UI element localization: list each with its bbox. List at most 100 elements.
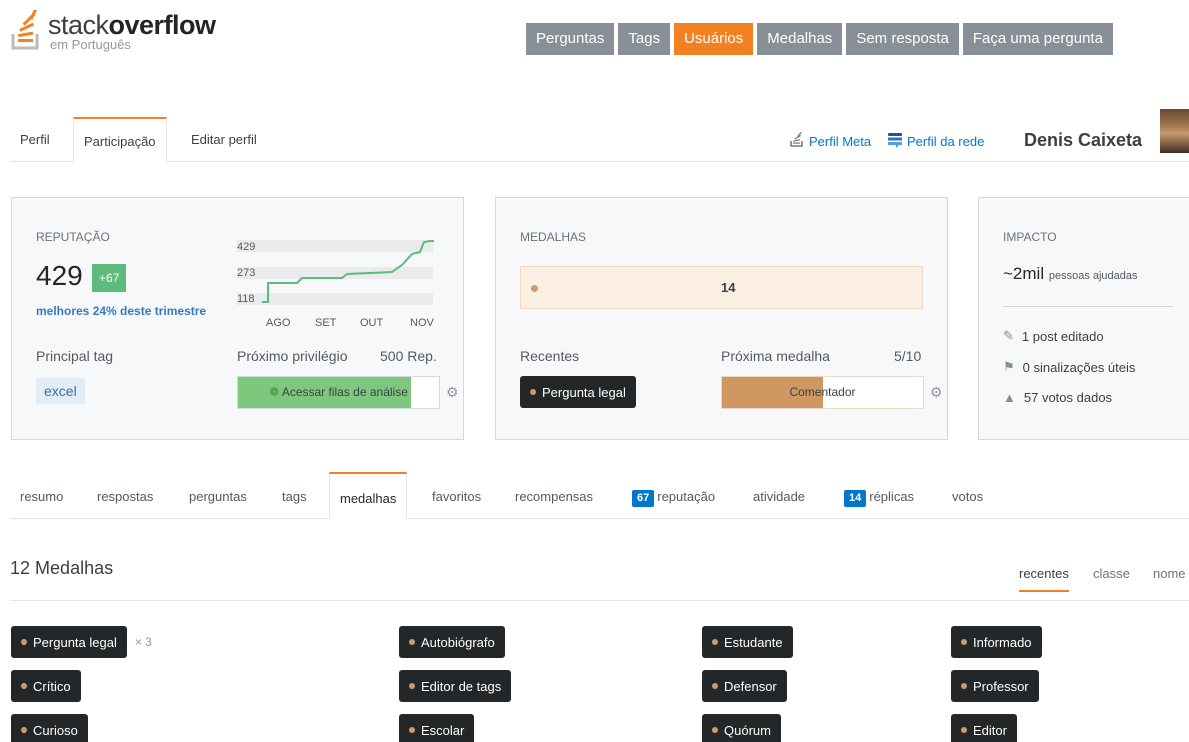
- stackexchange-icon: [887, 132, 903, 151]
- subtab-bounties[interactable]: recompensas: [505, 472, 603, 519]
- top-tag-label: Principal tag: [36, 348, 114, 364]
- badge-item[interactable]: Pergunta legal: [11, 626, 127, 658]
- bronze-dot-icon: [21, 639, 27, 645]
- bronze-dot-icon: [531, 285, 538, 292]
- sort-class[interactable]: classe: [1093, 566, 1130, 581]
- impact-divider: [1003, 306, 1173, 307]
- reputation-graph-line: [262, 240, 434, 303]
- graph-tick: 273: [237, 267, 256, 279]
- subtab-activity[interactable]: atividade: [743, 472, 815, 519]
- medals-card: MEDALHAS 14 Recentes Pergunta legal Próx…: [495, 197, 948, 440]
- badge-item[interactable]: Quórum: [702, 714, 781, 742]
- nav-questions[interactable]: Perguntas: [526, 23, 615, 55]
- bronze-count: 14: [721, 280, 736, 295]
- list-item: Curioso: [11, 714, 88, 742]
- list-item: Estudante: [702, 626, 793, 658]
- next-badge-progress[interactable]: Comentador: [721, 376, 924, 409]
- reputation-delta-badge: +67: [92, 264, 127, 292]
- nav-users[interactable]: Usuários: [674, 23, 754, 55]
- badge-item[interactable]: Curioso: [11, 714, 88, 742]
- tab-edit-profile[interactable]: Editar perfil: [181, 117, 267, 162]
- top-tag[interactable]: excel: [36, 378, 85, 404]
- list-item: Editor de tags: [399, 670, 512, 702]
- bronze-dot-icon: [712, 639, 718, 645]
- avatar[interactable]: [1160, 109, 1189, 153]
- subtab-votes[interactable]: votos: [942, 472, 993, 519]
- reputation-card: REPUTAÇÃO 429 +67 melhores 24% deste tri…: [11, 197, 464, 440]
- votes-cast: ▲ 57 votos dados: [1003, 390, 1113, 405]
- activity-subtabs: resumo respostas perguntas tags medalhas…: [10, 472, 1189, 520]
- nav-ask-question[interactable]: Faça uma pergunta: [962, 23, 1113, 55]
- bronze-dot-icon: [409, 639, 415, 645]
- list-item: Informado: [951, 626, 1042, 658]
- nav-badges[interactable]: Medalhas: [757, 23, 843, 55]
- user-name: Denis Caixeta: [1024, 130, 1143, 150]
- profile-tabs: Perfil Participação Editar perfil: [10, 117, 1189, 163]
- impact-card: IMPACTO ~2mil pessoas ajudadas ✎ 1 post …: [978, 197, 1189, 440]
- list-item: Professor: [951, 670, 1039, 702]
- reputation-rank-link[interactable]: melhores 24% deste trimestre: [36, 304, 206, 318]
- graph-month: SET: [315, 317, 337, 329]
- list-item: Pergunta legal × 3: [11, 626, 152, 658]
- next-privilege-progress[interactable]: ❁ Acessar filas de análise: [237, 376, 440, 409]
- flag-icon: ⚑: [1003, 359, 1015, 374]
- site-logo[interactable]: stackoverflow em Português: [10, 5, 216, 52]
- nav-unanswered[interactable]: Sem resposta: [846, 23, 959, 55]
- subtab-questions[interactable]: perguntas: [179, 472, 257, 519]
- badge-item[interactable]: Estudante: [702, 626, 793, 658]
- review-queue-icon: ❁: [269, 385, 280, 399]
- badge-item[interactable]: Crítico: [11, 670, 81, 702]
- impact-title: IMPACTO: [1003, 230, 1057, 244]
- subtab-responses[interactable]: 14 réplicas: [834, 472, 924, 519]
- privilege-progress-label: ❁ Acessar filas de análise: [269, 385, 408, 399]
- subtab-tags[interactable]: tags: [272, 472, 317, 519]
- subtab-summary[interactable]: resumo: [10, 472, 73, 519]
- graph-tick: 118: [237, 293, 255, 305]
- recent-badge[interactable]: Pergunta legal: [520, 376, 636, 408]
- badge-item[interactable]: Autobiógrafo: [399, 626, 505, 658]
- gear-icon[interactable]: ⚙: [446, 384, 459, 401]
- reputation-value: 429: [36, 260, 83, 291]
- medals-title: MEDALHAS: [520, 230, 587, 244]
- graph-month: AGO: [266, 317, 291, 329]
- meta-icon: [789, 131, 805, 151]
- badge-item[interactable]: Escolar: [399, 714, 475, 742]
- badge-item[interactable]: Informado: [951, 626, 1042, 658]
- badge-item[interactable]: Editor: [951, 714, 1017, 742]
- subtab-badges[interactable]: medalhas: [329, 472, 408, 520]
- bronze-dot-icon: [961, 727, 967, 733]
- subtab-answers[interactable]: respostas: [87, 472, 163, 519]
- graph-month: NOV: [410, 317, 434, 329]
- next-privilege-rep: 500 Rep.: [380, 348, 437, 364]
- section-divider: [10, 600, 1189, 601]
- posts-edited: ✎ 1 post editado: [1003, 328, 1104, 344]
- helpful-flags: ⚑ 0 sinalizações úteis: [1003, 359, 1136, 375]
- next-badge-name: Comentador: [789, 385, 856, 399]
- bronze-dot-icon: [712, 683, 718, 689]
- sort-name[interactable]: nome: [1153, 566, 1186, 581]
- bronze-medal-bar[interactable]: 14: [520, 266, 923, 309]
- bronze-dot-icon: [530, 389, 536, 395]
- badge-item[interactable]: Defensor: [702, 670, 787, 702]
- network-profile-link[interactable]: Perfil da rede: [887, 132, 984, 151]
- next-badge-label: Próxima medalha: [721, 348, 830, 364]
- meta-profile-link[interactable]: Perfil Meta: [789, 131, 872, 151]
- bronze-dot-icon: [961, 683, 967, 689]
- logo-wordmark: stackoverflow: [48, 10, 216, 40]
- meta-profile-label: Perfil Meta: [809, 134, 872, 149]
- subtab-favorites[interactable]: favoritos: [422, 472, 491, 519]
- subtab-reputation[interactable]: 67 reputação: [622, 472, 725, 519]
- gear-icon[interactable]: ⚙: [930, 384, 943, 401]
- bronze-dot-icon: [21, 727, 27, 733]
- nav-tags[interactable]: Tags: [618, 23, 671, 55]
- responses-count-badge: 14: [844, 490, 867, 507]
- tab-activity[interactable]: Participação: [73, 117, 167, 163]
- pencil-icon: ✎: [1003, 328, 1014, 343]
- sort-recent[interactable]: recentes: [1019, 566, 1069, 592]
- badge-multiplier: × 3: [134, 635, 152, 649]
- tab-profile[interactable]: Perfil: [10, 117, 60, 162]
- recent-label: Recentes: [520, 348, 580, 364]
- stack-logo-icon: [10, 5, 44, 50]
- badge-item[interactable]: Professor: [951, 670, 1039, 702]
- badge-item[interactable]: Editor de tags: [399, 670, 512, 702]
